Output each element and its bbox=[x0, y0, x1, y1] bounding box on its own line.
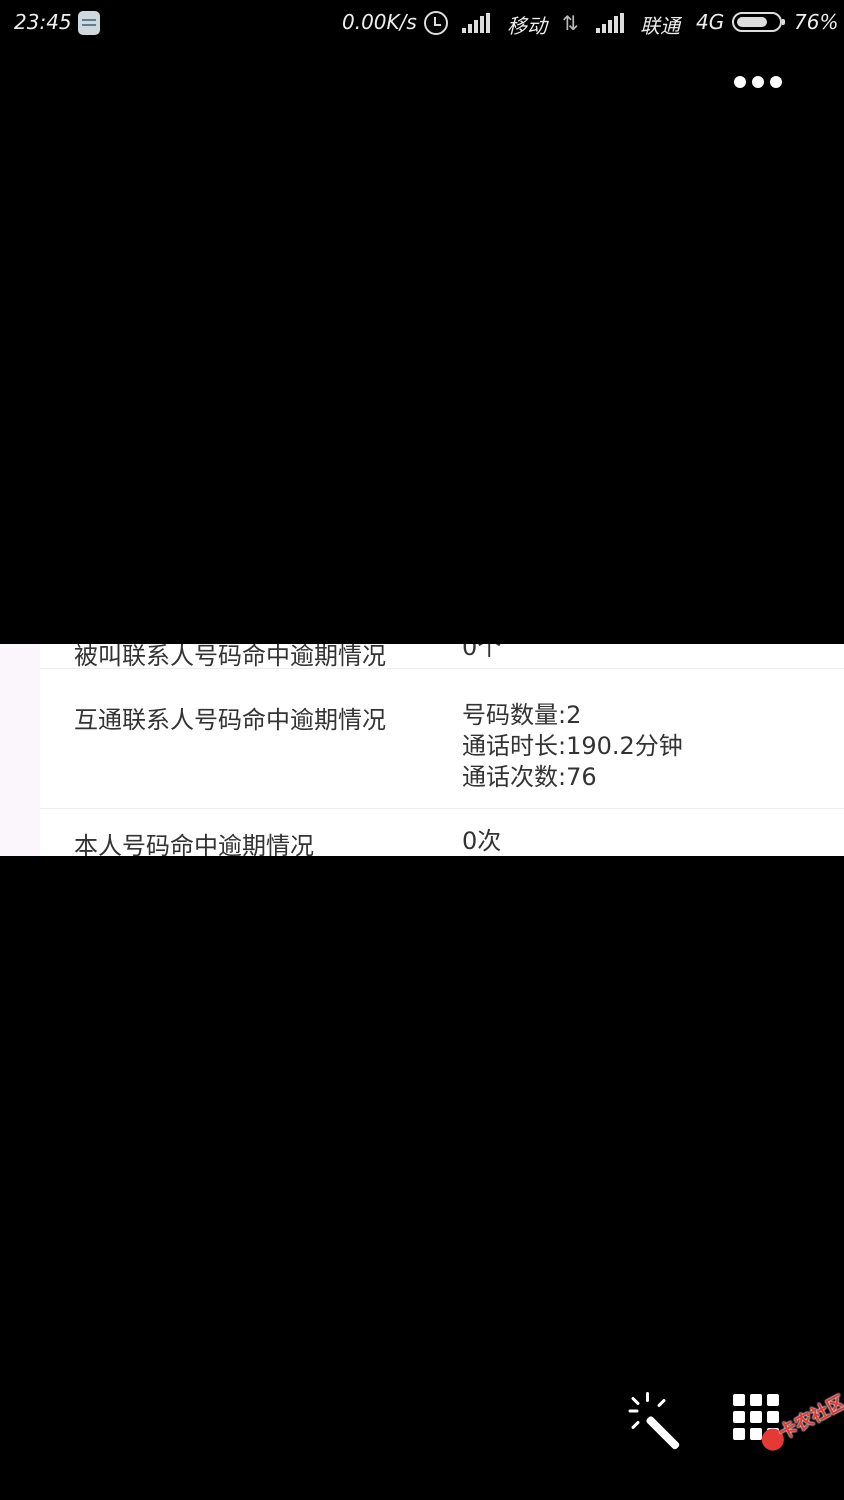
battery-percent: 76% bbox=[794, 10, 839, 34]
grid-square bbox=[733, 1411, 745, 1423]
row-label: 互通联系人号码命中逾期情况 bbox=[74, 706, 386, 734]
spark bbox=[630, 1396, 641, 1406]
more-dots-icon[interactable] bbox=[728, 66, 792, 98]
watermark: 卡农社区 bbox=[742, 1358, 844, 1467]
magic-wand-icon[interactable] bbox=[626, 1390, 686, 1451]
row-value: 0个 bbox=[462, 644, 502, 661]
row-value-group: 号码数量:2 通话时长:190.2分钟 通话次数:76 bbox=[462, 700, 683, 793]
table-row: 互通联系人号码命中逾期情况 号码数量:2 通话时长:190.2分钟 通话次数:7… bbox=[40, 688, 844, 809]
table-row: 本人号码命中逾期情况 0次 bbox=[40, 814, 844, 856]
status-time: 23:45 bbox=[14, 10, 72, 34]
status-bar: 23:45 0.00K/s 移动 ⇅ 联通 4G 76% bbox=[0, 0, 844, 48]
wand-shape bbox=[645, 1415, 681, 1451]
spark bbox=[646, 1392, 649, 1402]
dot bbox=[770, 76, 782, 88]
table-row: 被叫联系人号码命中逾期情况 0个 bbox=[40, 644, 844, 670]
dot bbox=[752, 76, 764, 88]
row-label: 被叫联系人号码命中逾期情况 bbox=[74, 644, 386, 670]
grid-square bbox=[733, 1428, 745, 1440]
battery-fill bbox=[737, 17, 767, 27]
carrier-unicom: 联通 bbox=[640, 14, 680, 38]
data-arrows-icon: ⇅ bbox=[562, 11, 579, 35]
spark bbox=[628, 1409, 639, 1413]
left-strip bbox=[0, 644, 40, 856]
image-content: 被叫联系人号码命中逾期情况 0个 互通联系人号码命中逾期情况 号码数量:2 通话… bbox=[0, 644, 844, 856]
watermark-text: 卡农社区 bbox=[775, 1391, 844, 1445]
network-speed: 0.00K/s bbox=[342, 10, 417, 34]
spark bbox=[630, 1420, 641, 1430]
row-value: 号码数量:2 bbox=[462, 701, 582, 729]
signal-icon bbox=[596, 13, 626, 33]
carrier-mobile: 移动 bbox=[507, 14, 547, 38]
alarm-icon bbox=[424, 11, 448, 35]
battery-nub bbox=[782, 19, 785, 25]
row-value: 通话次数:76 bbox=[462, 763, 597, 791]
dot bbox=[734, 76, 746, 88]
row-value: 0次 bbox=[462, 827, 502, 855]
network-type: 4G bbox=[696, 10, 725, 34]
signal-icon bbox=[462, 13, 492, 33]
notification-icon bbox=[78, 11, 100, 35]
spark bbox=[656, 1398, 667, 1408]
row-value: 通话时长:190.2分钟 bbox=[462, 732, 683, 760]
battery-icon bbox=[732, 12, 785, 32]
row-label: 本人号码命中逾期情况 bbox=[74, 832, 314, 856]
